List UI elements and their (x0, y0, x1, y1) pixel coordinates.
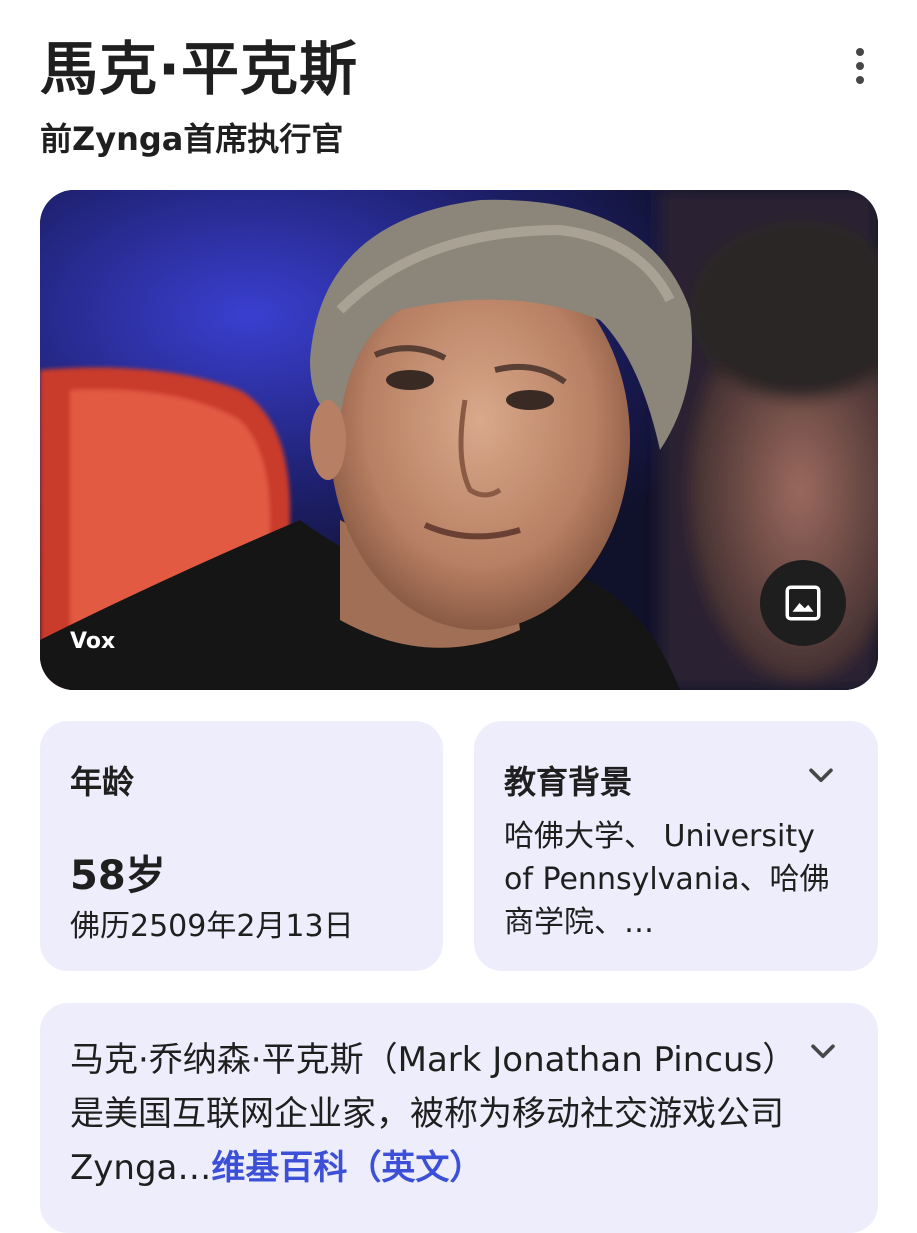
view-images-button[interactable] (760, 560, 846, 646)
age-label: 年龄 (70, 763, 135, 801)
hero-image[interactable]: Vox (40, 190, 878, 690)
more-vert-icon-dot (856, 76, 864, 84)
more-vert-icon (856, 48, 864, 56)
chevron-down-icon[interactable] (804, 759, 838, 793)
image-icon (785, 585, 821, 621)
page-subtitle: 前Zynga首席执行官 (40, 120, 344, 158)
more-vert-icon-dot (856, 62, 864, 70)
wikipedia-link[interactable]: 维基百科（英文） (211, 1148, 483, 1188)
age-card: 年龄 58岁 佛历2509年2月13日 (40, 721, 443, 971)
more-options-button[interactable] (838, 40, 882, 92)
education-text: 哈佛大学、 University of Pennsylvania、哈佛商学院、… (504, 819, 830, 940)
birth-date: 佛历2509年2月13日 (70, 909, 354, 944)
description-card[interactable]: 马克·乔纳森·平克斯（Mark Jonathan Pincus）是美国互联网企业… (40, 1003, 878, 1233)
description-text: 马克·乔纳森·平克斯（Mark Jonathan Pincus）是美国互联网企业… (70, 1033, 800, 1195)
portrait-photo (40, 190, 878, 690)
page-title: 馬克·平克斯 (40, 35, 359, 103)
image-source-label: Vox (70, 629, 116, 654)
education-label: 教育背景 (504, 763, 633, 801)
age-value: 58岁 (70, 853, 166, 899)
education-card[interactable]: 教育背景 哈佛大学、 University of Pennsylvania、哈佛… (474, 721, 878, 971)
chevron-down-icon[interactable] (806, 1035, 840, 1069)
